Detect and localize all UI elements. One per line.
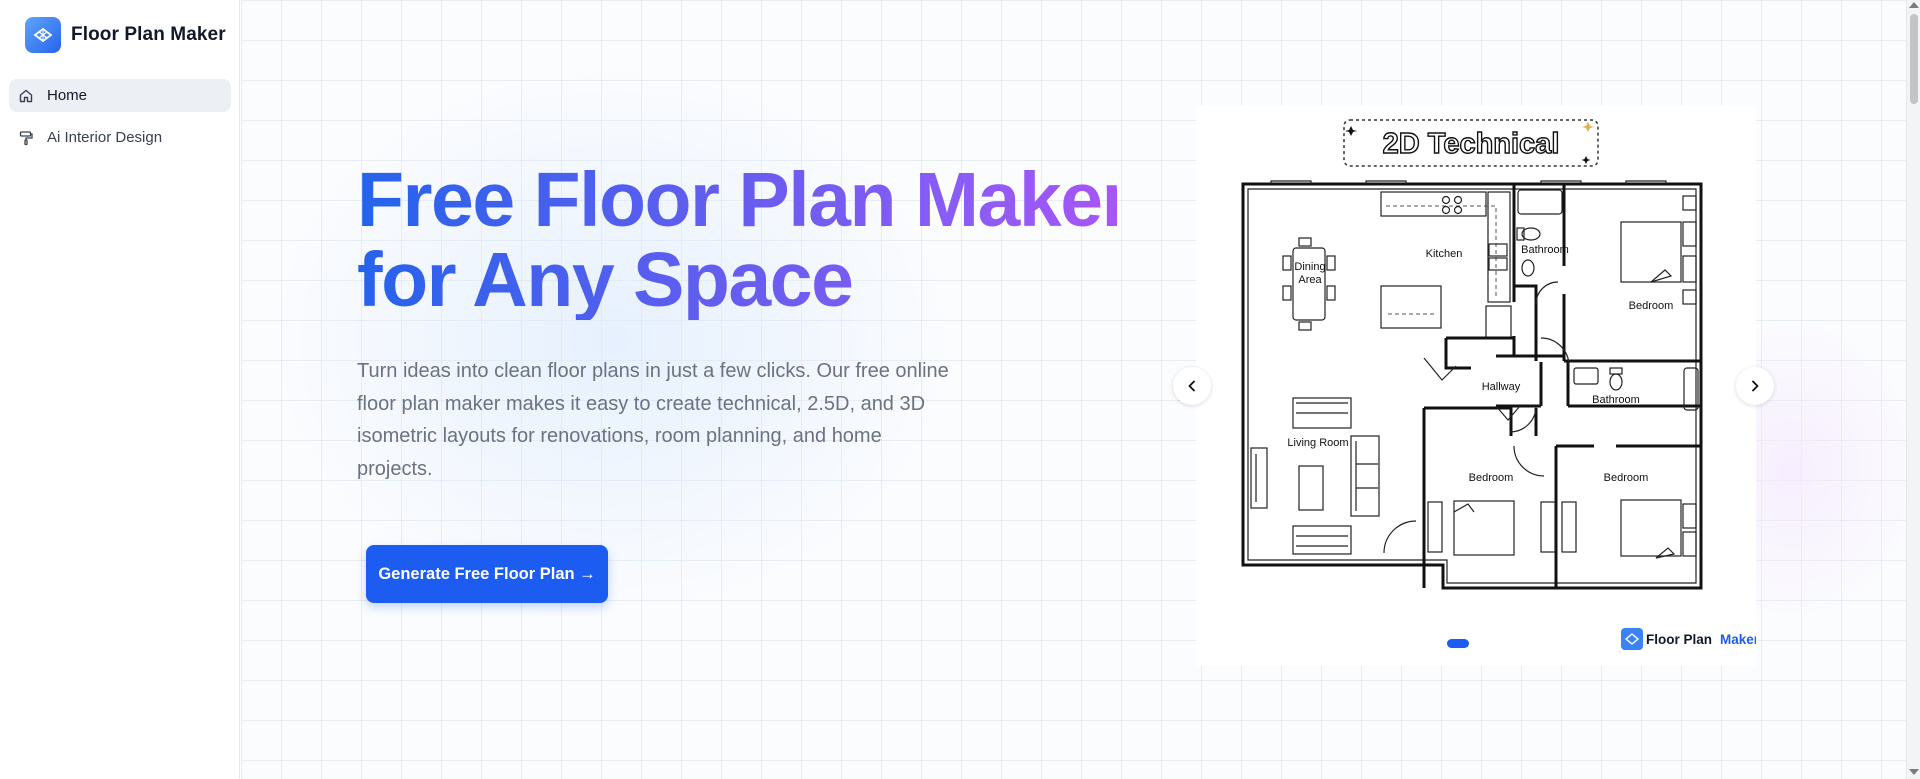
sidebar-item-label: Ai Interior Design xyxy=(47,129,163,146)
room-label: Area xyxy=(1298,274,1322,286)
floor-plan-logo-icon xyxy=(1621,628,1643,650)
scroll-up-icon[interactable] xyxy=(1909,2,1919,8)
carousel-prev-button[interactable] xyxy=(1173,367,1211,405)
sidebar-item-label: Home xyxy=(47,87,88,104)
hero-title: Free Floor Plan Maker for Any Space xyxy=(357,160,1117,320)
chevron-right-icon xyxy=(1752,380,1759,392)
chevron-left-icon xyxy=(1188,380,1195,392)
home-icon xyxy=(18,88,34,104)
carousel-slide: 2D Technical Dining Area Kitchen Bathroo… xyxy=(1196,106,1756,666)
sidebar-item-home[interactable]: Home xyxy=(9,79,231,112)
room-label: Bedroom xyxy=(1469,472,1514,484)
hero-description: Turn ideas into clean floor plans in jus… xyxy=(357,360,949,480)
hero-title-line2: for Any Space xyxy=(357,237,853,323)
main-content: Free Floor Plan Maker for Any Space Turn… xyxy=(241,0,1906,779)
sidebar-item-ai-interior-design[interactable]: Ai Interior Design xyxy=(9,121,231,154)
background-glow xyxy=(261,60,961,620)
watermark-text: Floor Plan xyxy=(1646,632,1712,647)
slide-title: 2D Technical xyxy=(1383,128,1560,160)
room-label: Kitchen xyxy=(1426,248,1463,260)
scroll-down-icon[interactable] xyxy=(1909,769,1919,775)
scrollbar-thumb[interactable] xyxy=(1910,14,1918,104)
sidebar: Floor Plan Maker Home Ai Interior Design xyxy=(0,0,240,779)
room-label: Hallway xyxy=(1482,381,1521,393)
room-label: Bathroom xyxy=(1521,244,1569,256)
room-label: Bedroom xyxy=(1629,300,1674,312)
page-scrollbar[interactable] xyxy=(1906,0,1920,779)
carousel-dot-active[interactable] xyxy=(1447,639,1469,648)
brand-name: Floor Plan Maker xyxy=(71,24,226,45)
watermark-text-accent: Maker xyxy=(1720,632,1756,647)
paint-roller-icon xyxy=(18,130,34,146)
generate-floor-plan-button[interactable]: Generate Free Floor Plan → xyxy=(366,545,608,603)
floor-plan-image: 2D Technical Dining Area Kitchen Bathroo… xyxy=(1241,119,1756,650)
hero-title-line1: Free Floor Plan Maker xyxy=(357,157,1130,243)
floor-plan-logo-icon xyxy=(25,17,61,53)
room-label: Dining xyxy=(1294,261,1325,273)
sidebar-nav: Home Ai Interior Design xyxy=(9,79,231,163)
room-label: Bedroom xyxy=(1604,472,1649,484)
carousel-next-button[interactable] xyxy=(1736,367,1774,405)
room-label: Living Room xyxy=(1287,437,1348,449)
brand[interactable]: Floor Plan Maker xyxy=(25,17,226,53)
room-label: Bathroom xyxy=(1592,394,1640,406)
